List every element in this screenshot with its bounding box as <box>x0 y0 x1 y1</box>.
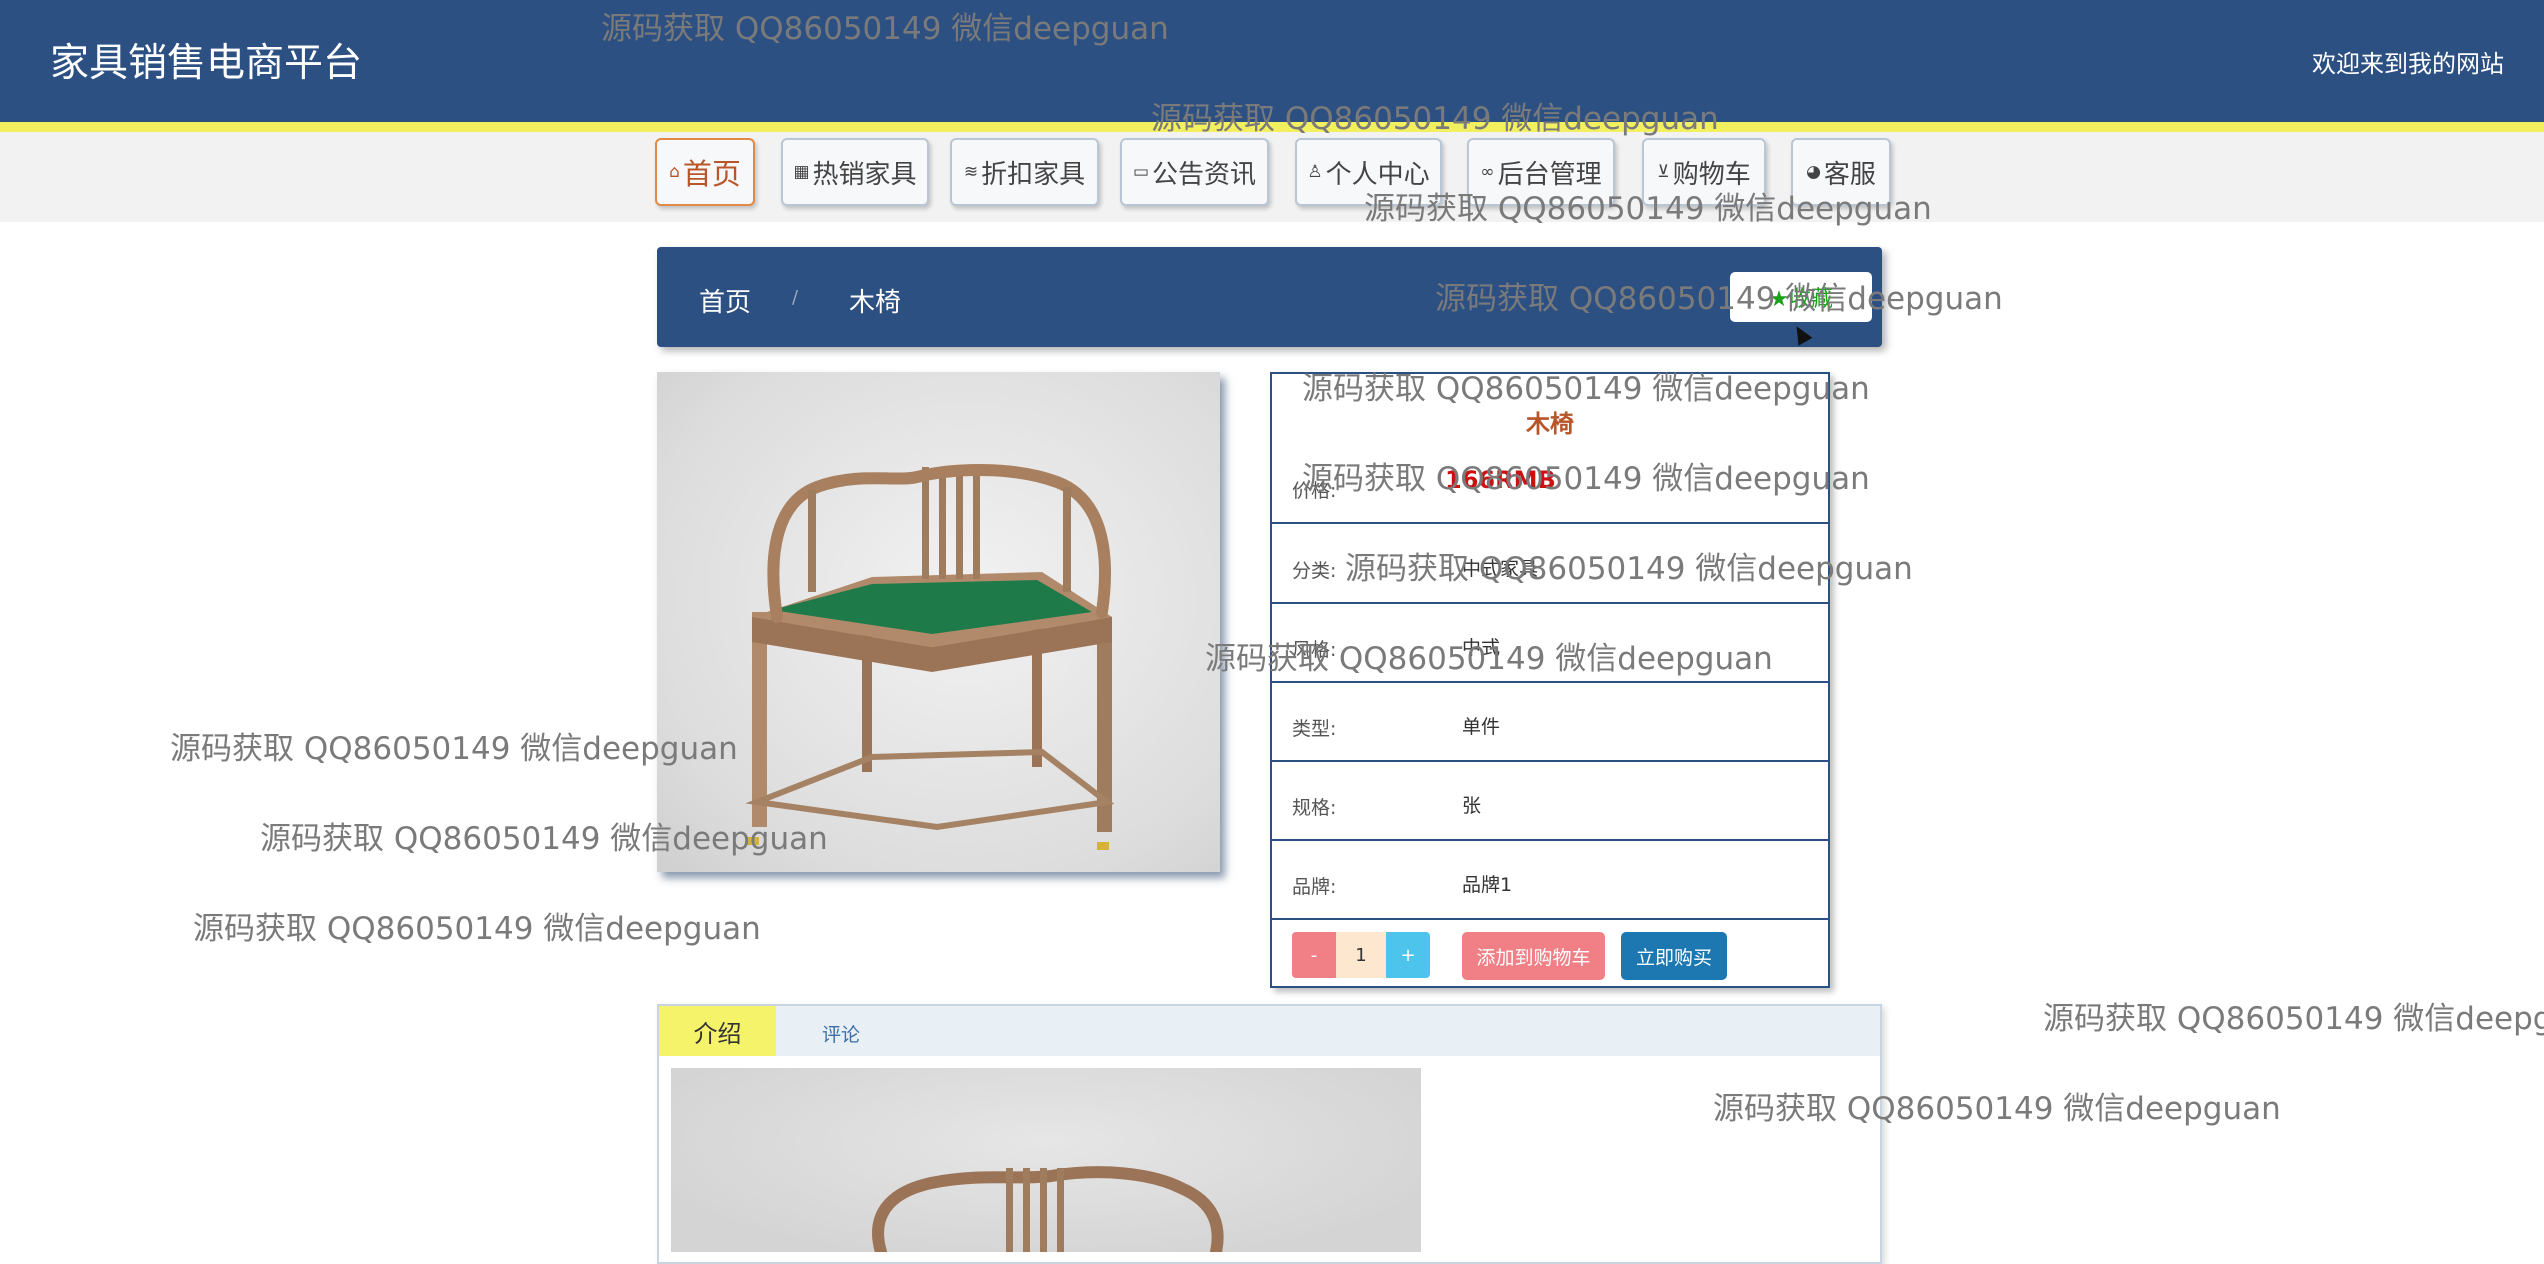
user-icon: ♙ <box>1307 162 1323 182</box>
nav-label: 客服 <box>1823 159 1876 190</box>
tab-comments[interactable]: 评论 <box>822 1020 860 1047</box>
nav-personal-center[interactable]: ♙ 个人中心 <box>1295 138 1442 206</box>
field-label: 规格: <box>1292 797 1337 819</box>
breadcrumb-separator: / <box>792 287 799 308</box>
nav-discount-furniture[interactable]: ≋ 折扣家具 <box>950 138 1099 206</box>
nav-label: 折扣家具 <box>981 159 1086 190</box>
field-value: 品牌1 <box>1462 874 1513 896</box>
nav-home[interactable]: ⌂ 首页 <box>655 138 755 206</box>
note-icon: ▭ <box>1132 162 1150 182</box>
buy-now-button[interactable]: 立即购买 <box>1621 932 1727 980</box>
watermark: 源码获取 QQ86050149 微信deepguan <box>2043 1001 2544 1037</box>
field-label: 品牌: <box>1292 876 1337 898</box>
wooden-chair-illustration <box>745 464 1115 850</box>
type-row: 类型: 单件 <box>1272 682 1828 762</box>
site-header: 家具销售电商平台 欢迎来到我的网站 <box>0 0 2544 132</box>
field-value: 单件 <box>1462 716 1501 738</box>
product-image <box>657 372 1220 872</box>
nav-bar <box>0 132 2544 222</box>
field-label: 类型: <box>1292 718 1337 740</box>
field-value: 张 <box>1462 795 1482 817</box>
field-label: 风格: <box>1292 639 1337 661</box>
favorite-button[interactable]: ★收藏 <box>1730 272 1872 322</box>
nav-admin[interactable]: ∞ 后台管理 <box>1467 138 1615 206</box>
quantity-decrease-button[interactable]: - <box>1292 932 1336 978</box>
spec-row: 规格: 张 <box>1272 761 1828 841</box>
breadcrumb-home[interactable]: 首页 <box>699 282 751 319</box>
service-icon: ◕ <box>1806 162 1821 182</box>
link-icon: ∞ <box>1480 162 1495 182</box>
quantity-input[interactable]: 1 <box>1336 932 1386 978</box>
wooden-chair-illustration <box>872 1166 1224 1252</box>
product-info-panel: 木椅 价格: 166RMB 分类: 中式家具 风格: 中式 类型: 单件 规格:… <box>1270 372 1830 988</box>
brand-row: 品牌: 品牌1 <box>1272 840 1828 920</box>
category-row: 分类: 中式家具 <box>1272 524 1828 604</box>
welcome-text: 欢迎来到我的网站 <box>2312 50 2504 78</box>
style-row: 风格: 中式 <box>1272 603 1828 683</box>
nav-label: 个人中心 <box>1325 159 1430 190</box>
nav-cart[interactable]: ⊻ 购物车 <box>1642 138 1766 206</box>
nav-customer-service[interactable]: ◕ 客服 <box>1791 138 1891 206</box>
home-icon: ⌂ <box>669 162 680 182</box>
price-row: 价格: 166RMB <box>1272 444 1828 524</box>
site-title: 家具销售电商平台 <box>50 41 363 86</box>
price-value: 166RMB <box>1445 466 1556 494</box>
nav-label: 首页 <box>682 157 741 191</box>
field-value: 中式家具 <box>1462 558 1539 580</box>
watermark: 源码获取 QQ86050149 微信deepguan <box>170 731 738 767</box>
watermark: 源码获取 QQ86050149 微信deepguan <box>193 911 761 947</box>
product-name: 木椅 <box>1526 410 1574 438</box>
tab-intro[interactable]: 介绍 <box>659 1006 776 1056</box>
price-label: 价格: <box>1292 480 1337 502</box>
breadcrumb: 首页 / 木椅 ★收藏 <box>657 247 1882 347</box>
nav-label: 热销家具 <box>812 159 917 190</box>
breadcrumb-current: 木椅 <box>849 288 902 318</box>
nav-label: 购物车 <box>1672 159 1751 190</box>
intro-image <box>671 1068 1421 1252</box>
nav-label: 公告资讯 <box>1152 159 1257 190</box>
nav-announcements[interactable]: ▭ 公告资讯 <box>1120 138 1269 206</box>
grid-icon: ▦ <box>793 162 810 182</box>
nav-label: 后台管理 <box>1497 159 1602 190</box>
field-label: 分类: <box>1292 560 1337 582</box>
quantity-increase-button[interactable]: + <box>1386 932 1430 978</box>
field-value: 中式 <box>1462 637 1501 659</box>
layers-icon: ≋ <box>963 162 979 182</box>
cart-icon: ⊻ <box>1657 162 1670 182</box>
nav-hot-furniture[interactable]: ▦ 热销家具 <box>781 138 929 206</box>
tab-bar: 介绍 评论 <box>659 1006 1880 1056</box>
add-to-cart-button[interactable]: 添加到购物车 <box>1462 932 1605 980</box>
